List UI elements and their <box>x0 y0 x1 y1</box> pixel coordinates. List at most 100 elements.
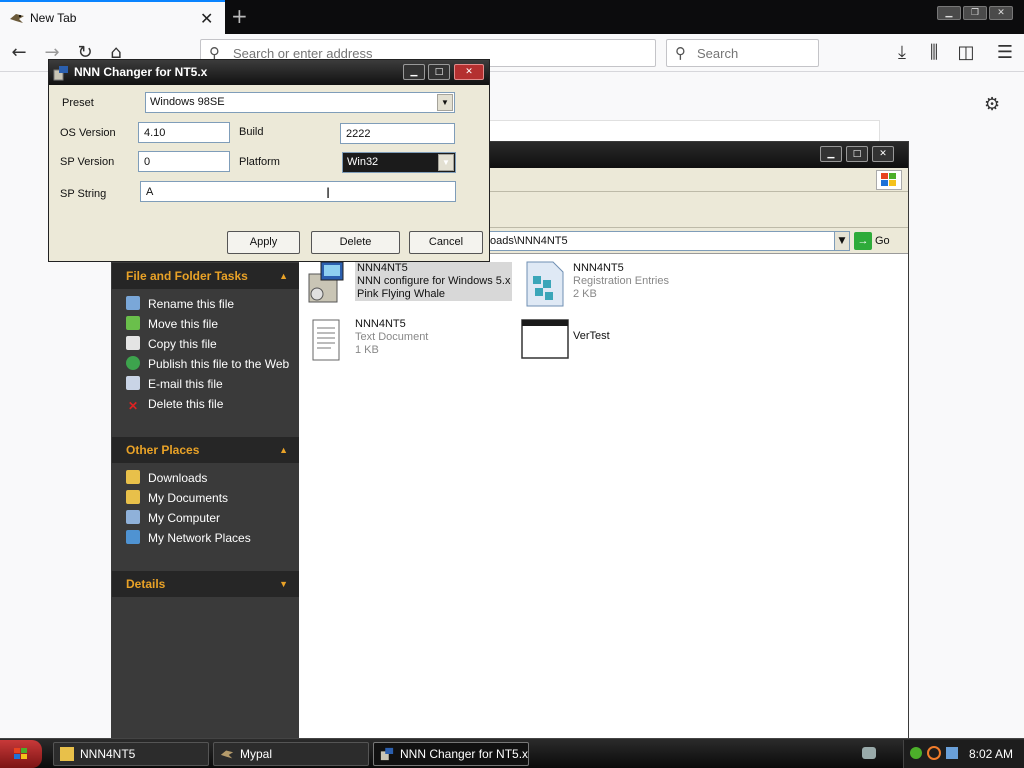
taskbar-button-explorer[interactable]: NNN4NT5 <box>53 742 209 766</box>
os-version-label: OS Version <box>60 127 116 139</box>
group-details[interactable]: Details ▼ <box>112 571 299 597</box>
tab-title: New Tab <box>30 11 77 25</box>
place-label: My Documents <box>148 491 229 505</box>
email-icon <box>126 376 140 390</box>
delete-button[interactable]: Delete <box>311 231 400 254</box>
new-tab-plus-icon[interactable]: + <box>231 4 248 28</box>
tray-search-icon[interactable] <box>927 746 941 760</box>
file-company: Pink Flying Whale <box>357 288 446 300</box>
dialog-close-button[interactable]: ✕ <box>454 64 484 80</box>
computer-icon <box>126 510 140 524</box>
file-name: VerTest <box>573 330 610 342</box>
sp-version-label: SP Version <box>60 156 115 168</box>
file-name: NNN4NT5 <box>357 262 408 274</box>
task-label: Move this file <box>148 317 219 331</box>
tray-network-icon[interactable] <box>910 747 922 759</box>
task-delete-file[interactable]: ✕ Delete this file <box>126 395 223 413</box>
task-publish-web[interactable]: Publish this file to the Web <box>126 355 289 373</box>
address-field[interactable]: oads\NNN4NT5 <box>485 231 848 251</box>
file-text: VerTest <box>573 330 610 343</box>
tab-close-icon[interactable]: ✕ <box>200 9 213 28</box>
preset-select[interactable]: Windows 98SE ▼ <box>145 92 455 113</box>
dropdown-arrow-icon[interactable]: ▼ <box>438 154 454 171</box>
place-my-network[interactable]: My Network Places <box>126 529 251 547</box>
file-text: NNN4NT5 Registration Entries 2 KB <box>573 262 669 301</box>
page-settings-gear-icon[interactable]: ⚙ <box>984 94 1000 115</box>
group-title: Details <box>126 577 166 591</box>
taskbar-button-mypal[interactable]: Mypal <box>213 742 369 766</box>
dialog-minimize-button[interactable]: ▁ <box>403 64 425 80</box>
my-documents-icon <box>126 490 140 504</box>
search-icon: ⚲ <box>675 44 686 62</box>
platform-value: Win32 <box>347 156 379 168</box>
tray-keyboard-icon[interactable] <box>862 747 876 759</box>
task-label: E-mail this file <box>148 377 223 391</box>
search-input[interactable] <box>697 46 807 61</box>
taskbar-clock[interactable]: 8:02 AM <box>969 747 1013 761</box>
back-arrow-icon[interactable]: ← <box>7 42 31 64</box>
installer-icon <box>308 261 344 303</box>
browser-tab-bar: New Tab ✕ + ▁ ❐ ✕ <box>0 0 1024 34</box>
folder-icon <box>126 470 140 484</box>
mypal-bird-icon <box>10 14 24 23</box>
tab-new-tab[interactable]: New Tab ✕ <box>0 0 225 34</box>
download-icon[interactable]: ⤓ <box>890 42 914 64</box>
build-label: Build <box>239 126 264 138</box>
task-label: Copy this file <box>148 337 217 351</box>
browser-close-button[interactable]: ✕ <box>989 6 1013 20</box>
library-icon[interactable]: ⫼ <box>922 42 946 64</box>
preset-value: Windows 98SE <box>150 96 225 108</box>
explorer-minimize-button[interactable]: ▁ <box>820 146 842 162</box>
sp-version-input[interactable] <box>138 151 230 172</box>
windows-logo-icon <box>876 170 902 190</box>
browser-restore-button[interactable]: ❐ <box>963 6 987 20</box>
task-rename-file[interactable]: Rename this file <box>126 295 234 313</box>
platform-select[interactable]: Win32 ▼ <box>342 152 456 173</box>
copy-icon <box>126 336 140 350</box>
tray-volume-icon[interactable] <box>946 747 958 759</box>
group-other-places[interactable]: Other Places ▲ <box>112 437 299 463</box>
place-label: My Computer <box>148 511 221 525</box>
go-arrow-icon: → <box>854 232 872 251</box>
task-copy-file[interactable]: Copy this file <box>126 335 217 353</box>
collapse-chevron-icon[interactable]: ▲ <box>279 437 288 463</box>
dropdown-arrow-icon[interactable]: ▼ <box>437 94 453 111</box>
group-file-folder-tasks[interactable]: File and Folder Tasks ▲ <box>112 263 299 289</box>
hamburger-menu-icon[interactable]: ☰ <box>993 42 1017 64</box>
start-button[interactable] <box>0 740 42 768</box>
browser-minimize-button[interactable]: ▁ <box>937 6 961 20</box>
text-document-icon <box>312 319 340 361</box>
task-move-file[interactable]: Move this file <box>126 315 218 333</box>
group-body-other-places: Downloads My Documents My Computer My Ne… <box>112 463 299 555</box>
go-button[interactable]: → Go <box>854 231 904 251</box>
platform-label: Platform <box>239 156 280 168</box>
sidebar-icon[interactable]: ◫ <box>954 42 978 64</box>
search-bar[interactable]: ⚲ <box>666 39 819 67</box>
task-email-file[interactable]: E-mail this file <box>126 375 223 393</box>
task-label: Delete this file <box>148 397 224 411</box>
taskbar-button-nnn-changer[interactable]: NNN Changer for NT5.x <box>373 742 529 766</box>
taskbar-label: NNN4NT5 <box>80 747 136 761</box>
group-title: Other Places <box>126 443 200 457</box>
task-pane: File and Folder Tasks ▲ Rename this file… <box>112 255 299 738</box>
explorer-maximize-button[interactable]: □ <box>846 146 868 162</box>
rename-icon <box>126 296 140 310</box>
os-version-input[interactable] <box>138 122 230 143</box>
place-my-documents[interactable]: My Documents <box>126 489 228 507</box>
sp-string-input[interactable] <box>140 181 456 202</box>
registry-file-icon <box>526 261 564 307</box>
cancel-button[interactable]: Cancel <box>409 231 483 254</box>
collapse-chevron-icon[interactable]: ▲ <box>279 263 288 289</box>
dialog-title-bar[interactable]: NNN Changer for NT5.x ▁ □ ✕ <box>49 60 489 85</box>
windows-taskbar: NNN4NT5 Mypal NNN Changer for NT5.x 8:02… <box>0 738 1024 768</box>
place-downloads[interactable]: Downloads <box>126 469 207 487</box>
build-input[interactable] <box>340 123 455 144</box>
explorer-close-button[interactable]: ✕ <box>872 146 894 162</box>
taskbar-label: NNN Changer for NT5.x <box>400 747 529 761</box>
expand-chevron-icon[interactable]: ▼ <box>279 571 288 597</box>
dialog-maximize-button[interactable]: □ <box>428 64 450 80</box>
nnn-app-icon <box>380 747 394 761</box>
place-my-computer[interactable]: My Computer <box>126 509 220 527</box>
apply-button[interactable]: Apply <box>227 231 300 254</box>
address-dropdown-icon[interactable]: ▼ <box>834 231 850 251</box>
